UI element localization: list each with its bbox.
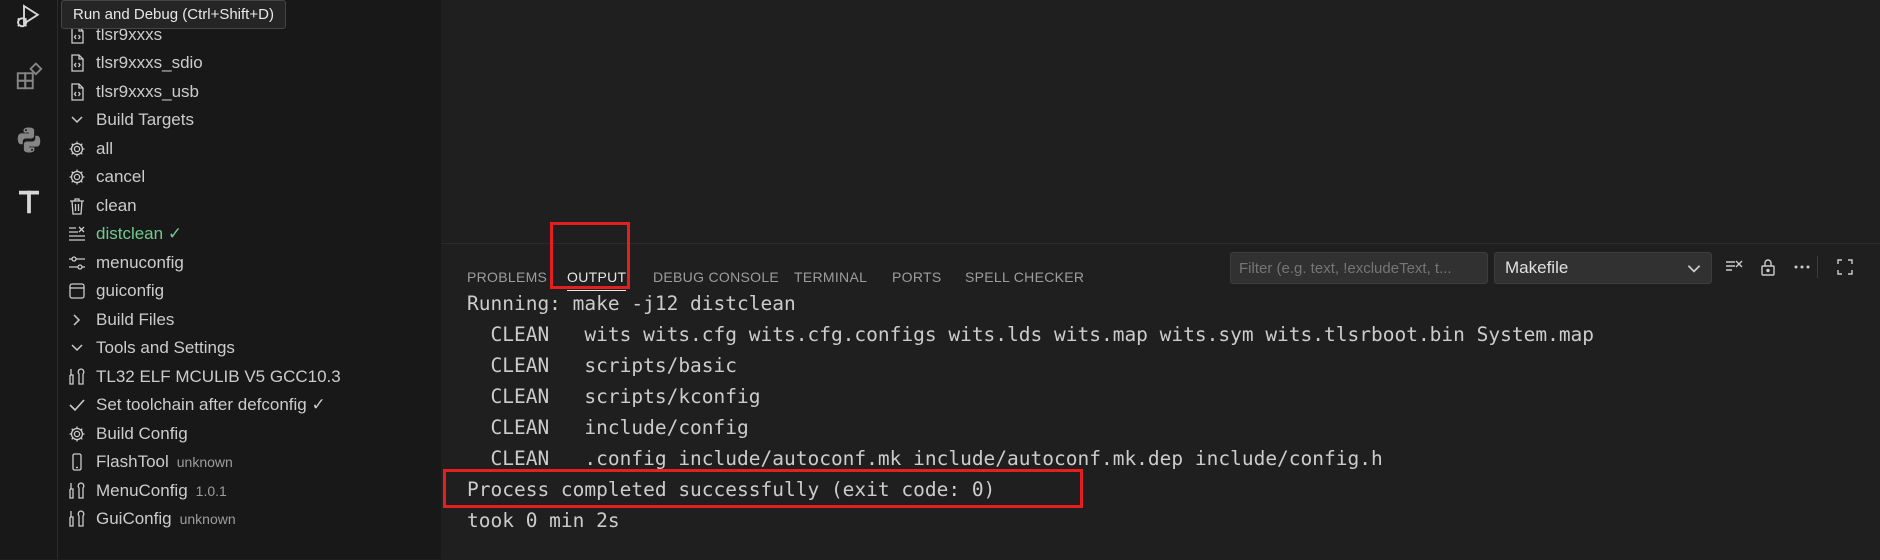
chevron-down-icon bbox=[66, 337, 88, 359]
sidebar-item-label: Tools and Settings bbox=[96, 338, 235, 357]
extensions-icon[interactable] bbox=[0, 53, 57, 101]
sidebar-item[interactable]: MenuConfig 1.0.1 bbox=[58, 477, 441, 505]
output-line: Process completed successfully (exit cod… bbox=[467, 478, 996, 501]
check-icon bbox=[66, 394, 88, 416]
sidebar-item-label: distclean ✓ bbox=[96, 224, 183, 243]
trash-icon bbox=[66, 195, 88, 217]
sidebar-item[interactable]: Build Targets bbox=[58, 106, 441, 134]
sidebar-item-label: Build Files bbox=[96, 309, 175, 329]
gear-icon bbox=[66, 423, 88, 445]
python-icon[interactable] bbox=[0, 116, 57, 164]
bottom-panel: PROBLEMS OUTPUT DEBUG CONSOLE TERMINAL P… bbox=[441, 243, 1880, 560]
sidebar-item-description: 1.0.1 bbox=[195, 482, 227, 499]
sidebar-item[interactable]: clean bbox=[58, 192, 441, 220]
run-debug-tooltip: Run and Debug (Ctrl+Shift+D) bbox=[61, 0, 286, 29]
sidebar-item[interactable]: Tools and Settings bbox=[58, 334, 441, 362]
tools-icon bbox=[66, 508, 88, 530]
sidebar-item-label: GuiConfig bbox=[96, 509, 172, 528]
sidebar-item-description: unknown bbox=[176, 454, 233, 470]
sidebar-item[interactable]: GuiConfig unknown bbox=[58, 505, 441, 533]
sidebar-item-label: cancel bbox=[96, 167, 146, 186]
output-line: took 0 min 2s bbox=[467, 509, 620, 532]
file-code-icon bbox=[66, 81, 88, 103]
run-debug-icon[interactable] bbox=[0, 0, 57, 40]
sidebar-item-label: Build Config bbox=[96, 423, 188, 443]
output-line: Running: make -j12 distclean bbox=[467, 292, 796, 315]
sidebar-item-label: tlsr9xxxs_sdio bbox=[96, 53, 203, 72]
sidebar-item[interactable]: Set toolchain after defconfig ✓ bbox=[58, 391, 441, 419]
output-filter-input[interactable] bbox=[1230, 252, 1488, 284]
output-line: CLEAN .config include/autoconf.mk includ… bbox=[467, 447, 1383, 470]
more-icon[interactable] bbox=[1789, 254, 1815, 280]
sidebar-item[interactable]: distclean ✓ bbox=[58, 220, 441, 248]
sidebar-item-label: FlashTool bbox=[96, 452, 169, 471]
output-line: CLEAN scripts/kconfig bbox=[467, 385, 761, 408]
gear-icon bbox=[66, 138, 88, 160]
sidebar-item[interactable]: tlsr9xxxs_usb bbox=[58, 78, 441, 106]
sidebar-item[interactable]: tlsr9xxxs_sdio bbox=[58, 49, 441, 77]
sidebar: tlsr9xxxs_bl_ramtlsr9xxxstlsr9xxxs_sdiot… bbox=[58, 0, 441, 559]
sidebar-item-label: Build Targets bbox=[96, 110, 194, 129]
lock-icon[interactable] bbox=[1755, 254, 1781, 280]
device-mobile-icon bbox=[66, 451, 88, 473]
sidebar-item-label: all bbox=[96, 138, 114, 158]
text-icon[interactable] bbox=[0, 178, 57, 226]
sidebar-item[interactable]: Build Files bbox=[58, 306, 441, 334]
maximize-icon[interactable] bbox=[1832, 254, 1858, 280]
sidebar-item-label: Set toolchain after defconfig ✓ bbox=[96, 395, 326, 414]
activity-bar bbox=[0, 0, 58, 559]
file-code-icon bbox=[66, 52, 88, 74]
sidebar-item-label: menuconfig bbox=[96, 252, 184, 272]
toolbar-separator bbox=[1817, 256, 1818, 278]
chevron-right-icon bbox=[66, 309, 88, 331]
gear-icon bbox=[66, 166, 88, 188]
output-line: CLEAN include/config bbox=[467, 416, 749, 439]
sidebar-item[interactable]: cancel bbox=[58, 163, 441, 191]
sidebar-item[interactable]: TL32 ELF MCULIB V5 GCC10.3 bbox=[58, 363, 441, 391]
sidebar-item-description: unknown bbox=[179, 511, 236, 527]
clear-all-icon bbox=[66, 223, 88, 245]
chevron-down-icon bbox=[1687, 265, 1701, 273]
tools-icon bbox=[66, 366, 88, 388]
sidebar-item-label: guiconfig bbox=[96, 281, 165, 300]
sidebar-item[interactable]: all bbox=[58, 135, 441, 163]
output-channel-select[interactable]: Makefile bbox=[1494, 252, 1712, 284]
settings-sliders-icon bbox=[66, 252, 88, 274]
output-channel-value: Makefile bbox=[1505, 258, 1569, 277]
clear-output-icon[interactable] bbox=[1721, 254, 1747, 280]
sidebar-item-label: tlsr9xxxs_usb bbox=[96, 81, 199, 101]
sidebar-item[interactable]: guiconfig bbox=[58, 277, 441, 305]
sidebar-item[interactable]: Build Config bbox=[58, 420, 441, 448]
chevron-down-icon bbox=[66, 109, 88, 131]
editor-area[interactable] bbox=[441, 0, 1880, 242]
sidebar-item-label: TL32 ELF MCULIB V5 GCC10.3 bbox=[96, 366, 341, 386]
sidebar-item-label: clean bbox=[96, 195, 137, 215]
sidebar-item[interactable]: FlashTool unknown bbox=[58, 448, 441, 476]
sidebar-item[interactable]: menuconfig bbox=[58, 249, 441, 277]
output-line: CLEAN scripts/basic bbox=[467, 354, 738, 377]
output-log[interactable]: Running: make -j12 distclean CLEAN wits … bbox=[467, 288, 1867, 536]
sidebar-item-label: MenuConfig bbox=[96, 480, 188, 500]
output-line: CLEAN wits wits.cfg wits.cfg.configs wit… bbox=[467, 323, 1595, 346]
tools-icon bbox=[66, 480, 88, 502]
window-icon bbox=[66, 280, 88, 302]
